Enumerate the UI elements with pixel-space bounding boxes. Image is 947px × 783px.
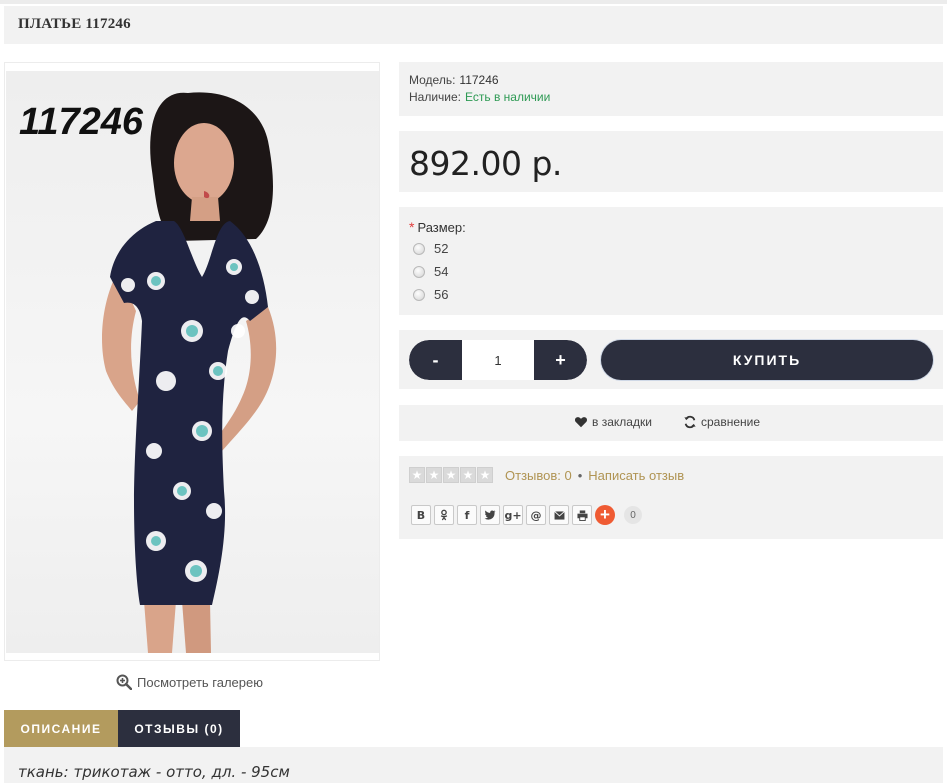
heart-icon bbox=[574, 417, 588, 428]
star-empty-icon: ★ bbox=[443, 467, 459, 483]
write-review-link[interactable]: Написать отзыв bbox=[588, 468, 684, 483]
more-share-button[interactable]: + bbox=[595, 505, 615, 525]
star-empty-icon: ★ bbox=[426, 467, 442, 483]
view-gallery-label[interactable]: Посмотреть галерею bbox=[137, 675, 263, 690]
googleplus-share-button[interactable]: g+ bbox=[503, 505, 523, 525]
print-share-button[interactable] bbox=[572, 505, 592, 525]
size-radio[interactable] bbox=[413, 242, 425, 255]
quantity-input[interactable] bbox=[462, 340, 534, 380]
reviews-links: Отзывов: 0 • Написать отзыв bbox=[505, 468, 684, 483]
compare-label[interactable]: сравнение bbox=[701, 415, 760, 429]
tab-description[interactable]: ОПИСАНИЕ bbox=[4, 710, 118, 747]
facebook-share-button[interactable]: f bbox=[457, 505, 477, 525]
required-mark: * bbox=[409, 219, 415, 235]
size-option-56[interactable]: 56 bbox=[413, 287, 448, 302]
size-option-52[interactable]: 52 bbox=[413, 241, 448, 256]
quantity-stepper: - + bbox=[409, 340, 587, 380]
mailru-share-button[interactable]: @ bbox=[526, 505, 546, 525]
tab-reviews[interactable]: ОТЗЫВЫ (0) bbox=[118, 710, 240, 747]
dress-model-illustration bbox=[102, 92, 277, 653]
share-buttons: В f g+ @ + 0 bbox=[411, 505, 642, 525]
photo-code-overlay: 117246 bbox=[19, 101, 143, 143]
title-bar: ПЛАТЬЕ 117246 bbox=[4, 6, 943, 44]
print-icon bbox=[576, 509, 588, 521]
refresh-icon bbox=[684, 415, 696, 429]
odnoklassniki-share-button[interactable] bbox=[434, 505, 454, 525]
description-panel: ткань: трикотаж - отто, дл. - 95см bbox=[4, 747, 943, 783]
product-description: ткань: трикотаж - отто, дл. - 95см bbox=[18, 763, 290, 781]
price-panel: 892.00 р. bbox=[399, 131, 943, 192]
purchase-panel: - + КУПИТЬ bbox=[399, 330, 943, 389]
reviews-count-link[interactable]: Отзывов: 0 bbox=[505, 468, 572, 483]
stock-label: Наличие: bbox=[409, 90, 462, 104]
rating-stars: ★ ★ ★ ★ ★ bbox=[409, 467, 493, 483]
add-to-compare-link[interactable]: сравнение bbox=[683, 415, 760, 429]
size-label-text: Размер: bbox=[417, 220, 466, 235]
size-label: * Размер: bbox=[409, 219, 466, 235]
buy-button[interactable]: КУПИТЬ bbox=[601, 340, 933, 380]
size-option-label[interactable]: 54 bbox=[434, 264, 448, 279]
wishlist-label[interactable]: в закладки bbox=[592, 415, 652, 429]
product-image-frame[interactable]: 117246 bbox=[4, 62, 380, 661]
mail-icon bbox=[553, 510, 565, 520]
twitter-icon bbox=[484, 510, 496, 520]
size-option-label[interactable]: 56 bbox=[434, 287, 448, 302]
size-option-54[interactable]: 54 bbox=[413, 264, 448, 279]
vk-share-button[interactable]: В bbox=[411, 505, 431, 525]
page-title: ПЛАТЬЕ 117246 bbox=[18, 16, 131, 32]
twitter-share-button[interactable] bbox=[480, 505, 500, 525]
size-radio[interactable] bbox=[413, 288, 425, 301]
size-options-panel: * Размер: 52 54 56 bbox=[399, 207, 943, 315]
ok-icon bbox=[440, 509, 448, 521]
separator-dot: • bbox=[577, 468, 583, 483]
product-info-panel: Модель: 117246 Наличие: Есть в наличии bbox=[399, 62, 943, 116]
view-gallery-link[interactable]: Посмотреть галерею bbox=[116, 674, 263, 690]
top-divider bbox=[0, 0, 947, 4]
model-label: Модель: bbox=[409, 73, 456, 87]
size-option-label[interactable]: 52 bbox=[434, 241, 448, 256]
reviews-share-panel: ★ ★ ★ ★ ★ Отзывов: 0 • Написать отзыв В … bbox=[399, 456, 943, 539]
wishlist-compare-panel: в закладки сравнение bbox=[399, 405, 943, 441]
product-photo[interactable]: 117246 bbox=[6, 71, 379, 653]
stock-status: Есть в наличии bbox=[465, 90, 551, 104]
star-empty-icon: ★ bbox=[460, 467, 476, 483]
model-value: 117246 bbox=[459, 73, 499, 87]
quantity-decrease-button[interactable]: - bbox=[409, 340, 462, 380]
share-count-badge: 0 bbox=[624, 506, 642, 524]
star-empty-icon: ★ bbox=[409, 467, 425, 483]
email-share-button[interactable] bbox=[549, 505, 569, 525]
add-to-wishlist-link[interactable]: в закладки bbox=[574, 415, 652, 429]
quantity-increase-button[interactable]: + bbox=[534, 340, 587, 380]
star-empty-icon: ★ bbox=[477, 467, 493, 483]
zoom-in-icon bbox=[116, 674, 132, 690]
product-price: 892.00 р. bbox=[409, 144, 562, 183]
size-radio[interactable] bbox=[413, 265, 425, 278]
model-row: Модель: 117246 bbox=[409, 73, 499, 87]
product-tabs: ОПИСАНИЕ ОТЗЫВЫ (0) bbox=[4, 710, 240, 747]
stock-row: Наличие: Есть в наличии bbox=[409, 90, 550, 104]
